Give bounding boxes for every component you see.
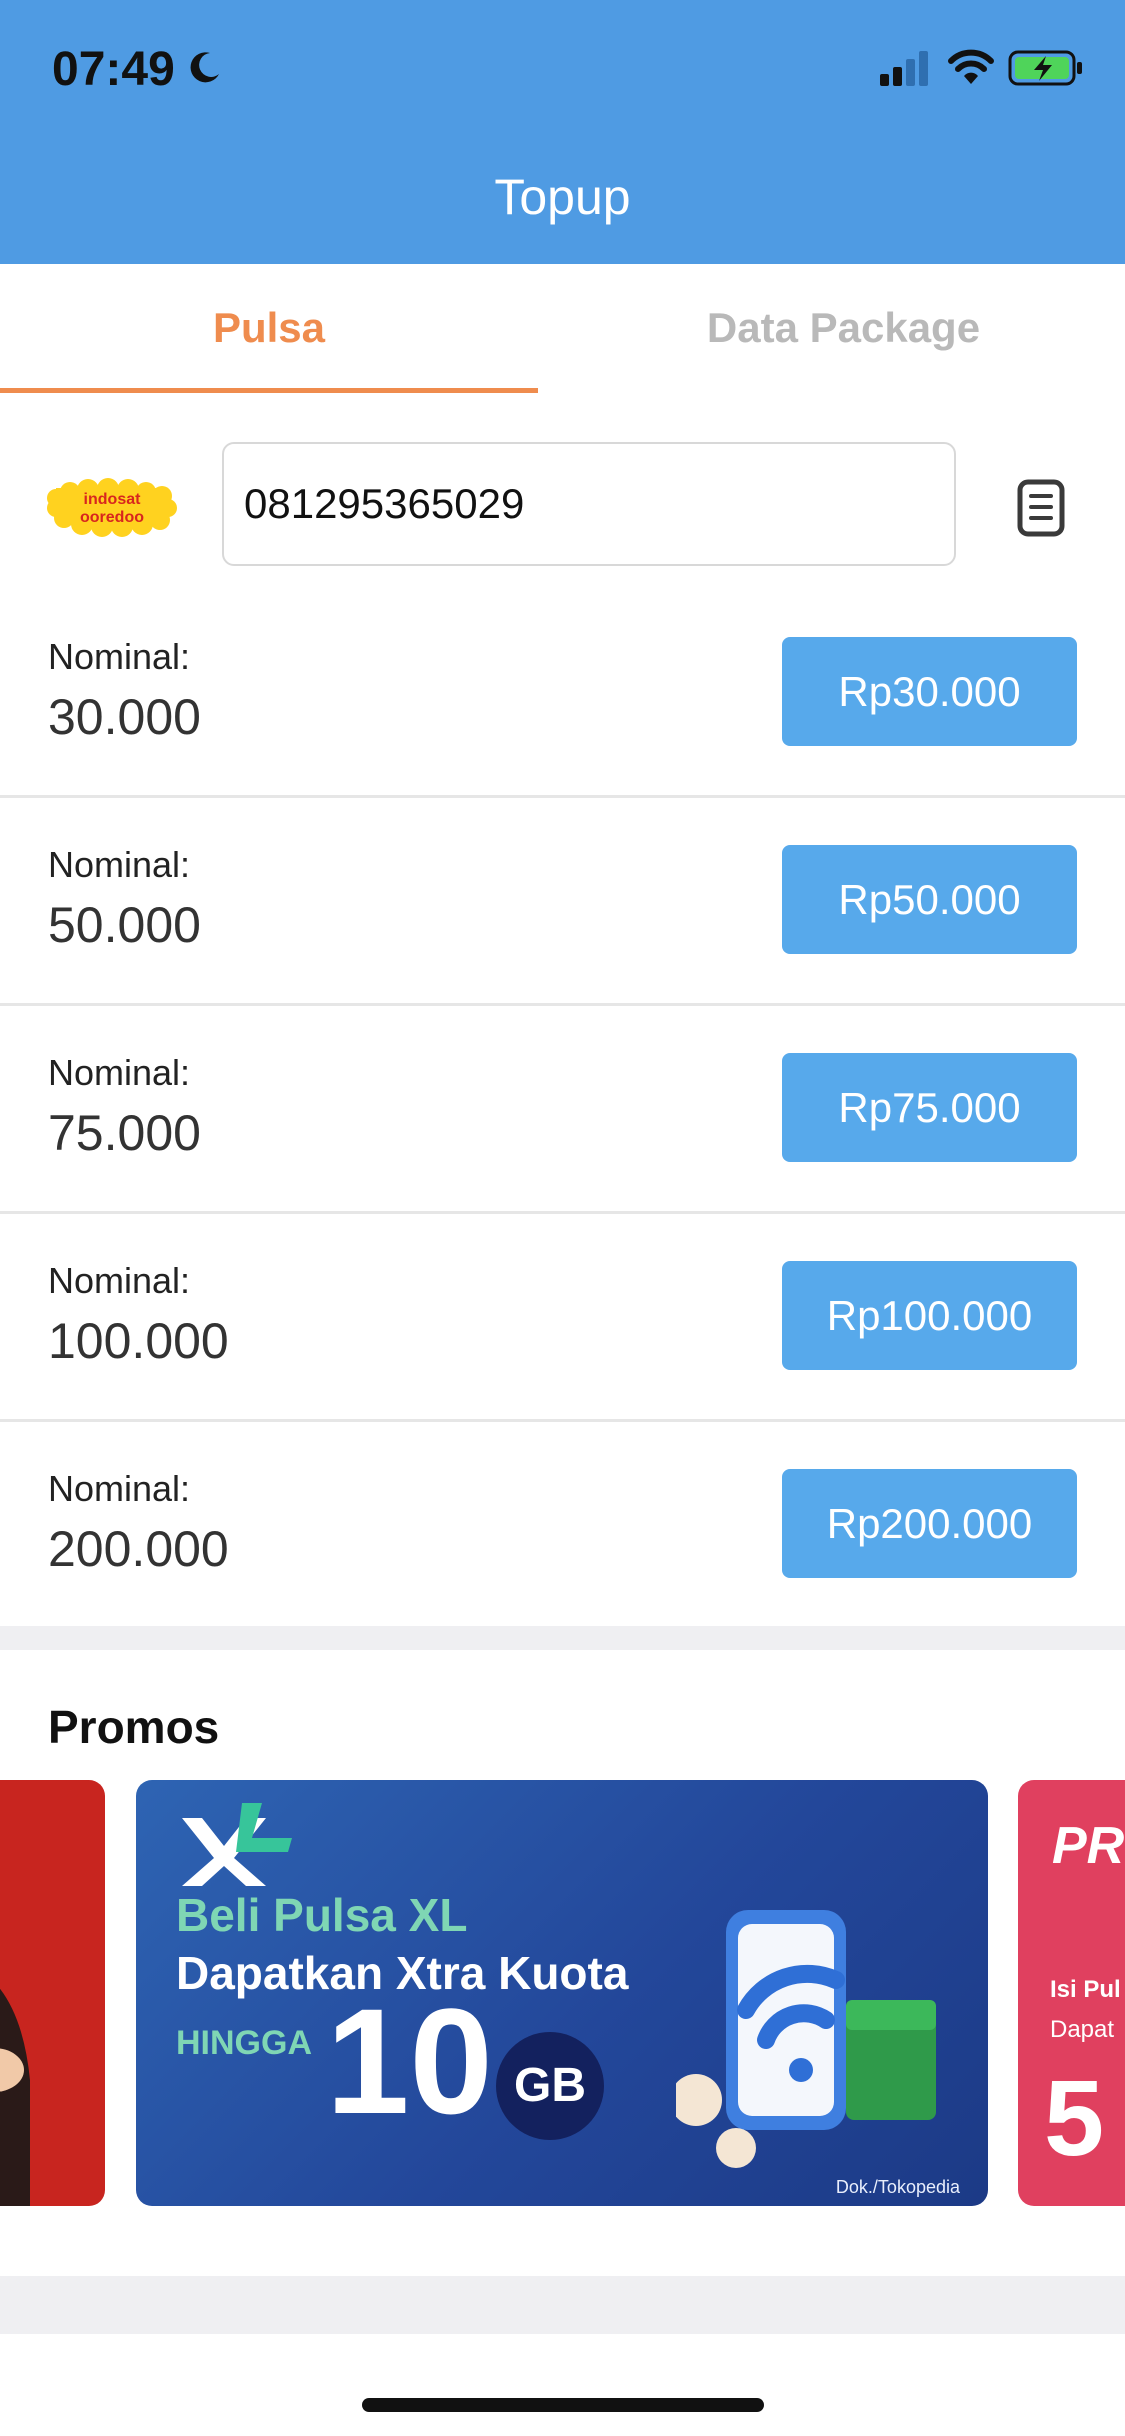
- bottom-divider: [0, 2276, 1125, 2334]
- logo-text-line2: ooredoo: [80, 509, 144, 526]
- promo-big-number: 10: [326, 1977, 493, 2145]
- promo-line3: HINGGA: [176, 2024, 312, 2062]
- nominal-label: Nominal:: [48, 636, 191, 677]
- logo-text-line1: indosat: [84, 491, 142, 508]
- price-button-75000[interactable]: Rp75.000: [782, 1053, 1077, 1162]
- operator-logo: indosat ooredoo: [46, 470, 178, 545]
- promo-credit: Dok./Tokopedia: [835, 2177, 960, 2197]
- tab-bar: Pulsa Data Package: [0, 264, 1125, 396]
- signal-icon: [880, 50, 934, 91]
- status-time: 07:49: [52, 43, 175, 96]
- nominal-row: Nominal: 50.000 Rp50.000: [0, 798, 1125, 1006]
- price-button-50000[interactable]: Rp50.000: [782, 845, 1077, 954]
- price-button-30000[interactable]: Rp30.000: [782, 637, 1077, 746]
- moon-icon: [188, 50, 222, 89]
- promo-card-right[interactable]: PR Isi Pul Dapat 5: [1018, 1780, 1125, 2206]
- nominal-label: Nominal:: [48, 1260, 191, 1301]
- promo-card-xl[interactable]: Beli Pulsa XL Dapatkan Xtra Kuota HINGGA…: [136, 1780, 988, 2206]
- wifi-icon: [948, 48, 994, 91]
- nominal-list: Nominal: 30.000 Rp30.000 Nominal: 50.000…: [0, 590, 1125, 1630]
- nominal-row: Nominal: 30.000 Rp30.000: [0, 590, 1125, 798]
- tab-pulsa[interactable]: Pulsa: [0, 264, 538, 392]
- page-title: Topup: [494, 169, 631, 225]
- tab-data-package[interactable]: Data Package: [562, 264, 1125, 392]
- nominal-row: Nominal: 100.000 Rp100.000: [0, 1214, 1125, 1422]
- nominal-label: Nominal:: [48, 844, 191, 885]
- battery-icon: [1008, 48, 1084, 93]
- promo-card-left[interactable]: [0, 1780, 105, 2206]
- contacts-icon[interactable]: [1016, 478, 1066, 543]
- phone-wifi-icon: [676, 1910, 936, 2168]
- nominal-value: 30.000: [48, 689, 201, 745]
- nominal-value: 75.000: [48, 1105, 201, 1161]
- nominal-row: Nominal: 200.000 Rp200.000: [0, 1422, 1125, 1630]
- section-divider: [0, 1626, 1125, 1650]
- promo-right-line2: Dapat: [1050, 2016, 1115, 2043]
- nominal-value: 50.000: [48, 897, 201, 953]
- promo-unit: GB: [496, 2032, 604, 2140]
- promos-title: Promos: [48, 1701, 220, 1753]
- xl-logo-icon: [182, 1803, 292, 1886]
- promo-right-line1: Isi Pul: [1050, 1976, 1121, 2003]
- nominal-value: 100.000: [48, 1313, 229, 1369]
- nominal-label: Nominal:: [48, 1468, 191, 1509]
- nominal-label: Nominal:: [48, 1052, 191, 1093]
- active-tab-indicator: [0, 388, 538, 393]
- price-button-100000[interactable]: Rp100.000: [782, 1261, 1077, 1370]
- app-header: 07:49 Topup: [0, 0, 1125, 264]
- promo-right-heading: PR: [1052, 1817, 1125, 1875]
- promo-line1: Beli Pulsa XL: [176, 1889, 468, 1941]
- nominal-value: 200.000: [48, 1521, 229, 1577]
- nominal-row: Nominal: 75.000 Rp75.000: [0, 1006, 1125, 1214]
- price-button-200000[interactable]: Rp200.000: [782, 1469, 1077, 1578]
- phone-number-input[interactable]: [222, 442, 956, 566]
- promo-right-big: 5: [1044, 2057, 1105, 2178]
- home-indicator[interactable]: [362, 2398, 764, 2412]
